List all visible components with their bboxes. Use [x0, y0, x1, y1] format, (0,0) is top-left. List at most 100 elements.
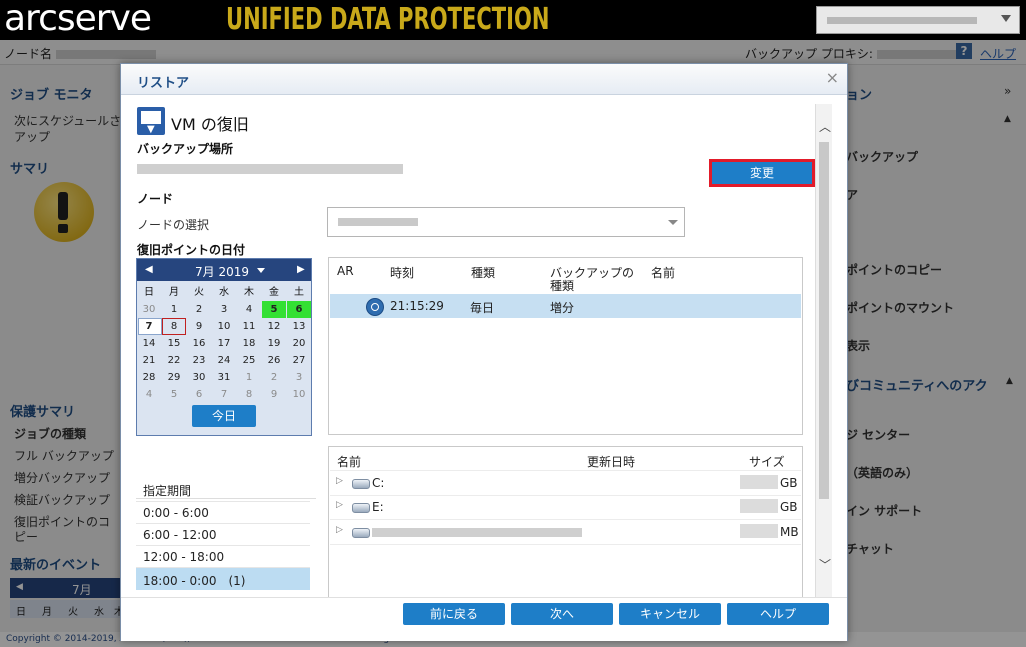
calendar-day[interactable]: 4: [237, 301, 261, 318]
calendar-day[interactable]: 3: [287, 369, 311, 386]
recovery-point-icon: [366, 298, 384, 316]
calendar-day-selected[interactable]: 7: [137, 318, 161, 335]
calendar-day[interactable]: 1: [237, 369, 261, 386]
volume-table: 名前 更新日時 サイズ ▷ C: GB ▷ E: GB ▷ MB: [328, 446, 803, 597]
calendar-day[interactable]: 17: [212, 335, 236, 352]
volume-name: E:: [372, 500, 384, 514]
calendar-dow-row: 日 月 火 水 木 金 土: [137, 284, 311, 301]
chevron-down-icon: [668, 220, 678, 225]
calendar-day-today[interactable]: 8: [162, 318, 186, 335]
col-name: 名前: [337, 455, 362, 469]
period-item-selected[interactable]: 18:00 - 0:00 (1): [136, 567, 310, 590]
expand-icon[interactable]: ▷: [336, 476, 343, 486]
calendar-day[interactable]: 10: [212, 318, 236, 335]
calendar-day[interactable]: 8: [237, 386, 261, 403]
calendar-day[interactable]: 12: [262, 318, 286, 335]
calendar-day[interactable]: 21: [137, 352, 161, 369]
table-row[interactable]: ▷ MB: [330, 520, 801, 545]
backup-location-label: バックアップ場所: [137, 142, 234, 156]
help-button[interactable]: ヘルプ: [727, 603, 829, 625]
calendar-day[interactable]: 28: [137, 369, 161, 386]
calendar-day[interactable]: 29: [162, 369, 186, 386]
next-button[interactable]: 次へ: [511, 603, 613, 625]
calendar-day[interactable]: 10: [287, 386, 311, 403]
dialog-titlebar: リストア ×: [121, 64, 847, 95]
calendar-day[interactable]: 16: [187, 335, 211, 352]
calendar-day[interactable]: 30: [187, 369, 211, 386]
calendar-next-icon[interactable]: ▶: [297, 264, 305, 275]
table-row[interactable]: ▷ E: GB: [330, 495, 801, 520]
calendar-day[interactable]: 22: [162, 352, 186, 369]
calendar-day[interactable]: 5: [162, 386, 186, 403]
change-button[interactable]: 変更: [709, 159, 815, 187]
calendar-day[interactable]: 27: [287, 352, 311, 369]
dow-mon: 月: [169, 287, 179, 298]
period-item[interactable]: 0:00 - 6:00: [136, 501, 310, 524]
calendar-day[interactable]: 23: [187, 352, 211, 369]
calendar-day[interactable]: 30: [137, 301, 161, 318]
calendar-day[interactable]: 31: [212, 369, 236, 386]
back-button[interactable]: 前に戻る: [403, 603, 505, 625]
col-size: サイズ: [749, 455, 785, 469]
calendar-week-5: 28 29 30 31 1 2 3: [137, 369, 311, 386]
calendar-day[interactable]: 1: [162, 301, 186, 318]
month-dropdown-icon[interactable]: [257, 268, 265, 273]
scroll-thumb[interactable]: [819, 142, 829, 499]
today-button[interactable]: 今日: [192, 405, 256, 427]
volume-name-redacted: [372, 528, 582, 537]
calendar-day[interactable]: 26: [262, 352, 286, 369]
calendar-grid: 日 月 火 水 木 金 土 30 1 2 3 4 5 6 7 8 9 10 11…: [137, 284, 311, 403]
calendar-day[interactable]: 3: [212, 301, 236, 318]
calendar-prev-icon[interactable]: ◀: [145, 264, 153, 275]
col-name: 名前: [651, 266, 676, 280]
volume-name: C:: [372, 476, 385, 490]
cancel-button[interactable]: キャンセル: [619, 603, 721, 625]
calendar-day[interactable]: 15: [162, 335, 186, 352]
calendar-week-3: 14 15 16 17 18 19 20: [137, 335, 311, 352]
calendar-day[interactable]: 4: [137, 386, 161, 403]
calendar-day[interactable]: 9: [187, 318, 211, 335]
calendar-day[interactable]: 18: [237, 335, 261, 352]
table-row[interactable]: 21:15:29 毎日 増分: [330, 294, 801, 318]
calendar-day[interactable]: 6: [187, 386, 211, 403]
dow-sat: 土: [294, 287, 304, 298]
calendar-header: ◀ 7月 2019 ▶: [137, 259, 311, 281]
period-item[interactable]: 12:00 - 18:00: [136, 545, 310, 568]
calendar-day-has-backup[interactable]: 6: [287, 301, 311, 318]
dow-wed: 水: [219, 287, 229, 298]
calendar-day-has-backup[interactable]: 5: [262, 301, 286, 318]
calendar-day[interactable]: 9: [262, 386, 286, 403]
period-item[interactable]: 6:00 - 12:00: [136, 523, 310, 546]
calendar-day[interactable]: 25: [237, 352, 261, 369]
calendar-day[interactable]: 14: [137, 335, 161, 352]
period-header: 指定期間: [136, 478, 316, 499]
table-row[interactable]: ▷ C: GB: [330, 470, 801, 496]
dialog-scrollbar[interactable]: ︿ ﹀: [815, 104, 832, 597]
server-select[interactable]: [816, 6, 1020, 34]
restore-dialog: リストア × ▼ VM の復旧 バックアップ場所 変更 ノード ノードの選択 復…: [120, 63, 848, 641]
calendar-day[interactable]: 11: [237, 318, 261, 335]
dow-thu: 木: [244, 287, 254, 298]
chevron-down-icon: [1001, 15, 1011, 22]
scroll-down-icon[interactable]: ﹀: [819, 556, 831, 573]
calendar-day[interactable]: 2: [262, 369, 286, 386]
calendar-day[interactable]: 2: [187, 301, 211, 318]
calendar-day[interactable]: 7: [212, 386, 236, 403]
node-select[interactable]: [327, 207, 685, 237]
col-ar: AR: [337, 264, 354, 278]
drive-icon: [352, 528, 370, 538]
calendar-day[interactable]: 19: [262, 335, 286, 352]
backup-location-value: [137, 164, 403, 174]
expand-icon[interactable]: ▷: [336, 525, 343, 535]
calendar-day[interactable]: 13: [287, 318, 311, 335]
calendar-day[interactable]: 24: [212, 352, 236, 369]
scroll-up-icon[interactable]: ︿: [819, 118, 831, 135]
dow-tue: 火: [194, 287, 204, 298]
node-select-label: ノードの選択: [137, 218, 210, 232]
calendar-week-1: 30 1 2 3 4 5 6: [137, 301, 311, 318]
calendar-month: 7月 2019: [195, 265, 249, 279]
volume-size: GB: [780, 476, 798, 490]
close-icon[interactable]: ×: [826, 68, 839, 87]
calendar-day[interactable]: 20: [287, 335, 311, 352]
expand-icon[interactable]: ▷: [336, 500, 343, 510]
